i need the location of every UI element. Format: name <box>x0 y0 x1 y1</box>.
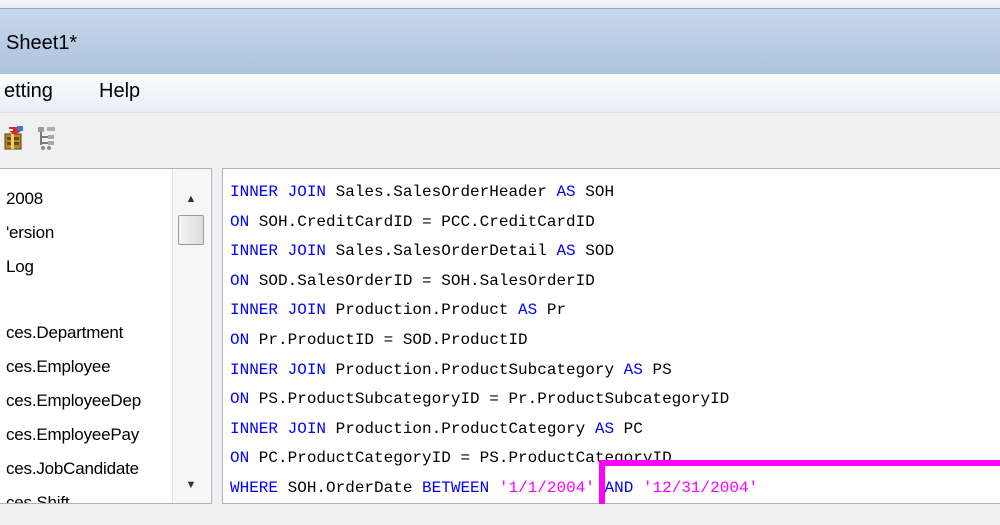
menu-bar: etting Help <box>0 74 1000 113</box>
list-item[interactable]: ces.EmployeePay <box>6 425 139 445</box>
sql-keyword: INNER JOIN <box>230 360 327 379</box>
list-item[interactable]: 2008 <box>6 189 43 209</box>
sql-keyword: AS <box>518 301 538 320</box>
sql-keyword: ON <box>230 390 250 409</box>
list-item[interactable]: ces.Employee <box>6 357 111 377</box>
sql-keyword: BETWEEN <box>422 479 490 497</box>
sql-keyword: AS <box>556 242 576 261</box>
sql-text: SOD <box>575 242 615 261</box>
window-title: Sheet1* <box>6 32 78 54</box>
sql-string: '1/1/2004' <box>498 479 595 497</box>
sql-keyword: INNER JOIN <box>230 242 327 261</box>
menu-item-setting[interactable]: etting <box>4 80 53 103</box>
sql-keyword: WHERE <box>230 479 279 497</box>
sql-keyword: AS <box>556 183 576 201</box>
sql-line: ON PS.ProductSubcategoryID = Pr.ProductS… <box>230 390 729 408</box>
sql-editor[interactable]: INNER JOIN Sales.SalesOrderHeader AS SOH… <box>222 168 1000 504</box>
sql-text: PS <box>642 360 672 379</box>
list-item[interactable]: ces.Department <box>6 323 123 343</box>
toolbar <box>0 113 1000 165</box>
menu-item-help[interactable]: Help <box>99 80 140 103</box>
sql-text: PC <box>614 419 643 438</box>
sql-keyword: AS <box>623 360 643 379</box>
sql-text: Pr <box>537 301 567 320</box>
sql-keyword: INNER JOIN <box>230 183 327 201</box>
sql-text: SOH.OrderDate <box>278 479 423 497</box>
tree-structure-icon[interactable] <box>35 125 57 151</box>
scroll-up-icon[interactable]: ▲ <box>173 189 209 209</box>
sql-line: INNER JOIN Production.ProductCategory AS… <box>230 420 643 438</box>
sql-keyword: INNER JOIN <box>230 419 327 438</box>
sql-text: Production.ProductCategory <box>326 419 595 438</box>
sql-text: SOH <box>575 183 615 201</box>
sql-keyword: ON <box>230 331 250 349</box>
sql-line: INNER JOIN Production.ProductSubcategory… <box>230 361 672 379</box>
sql-text: Production.ProductSubcategory <box>326 360 624 379</box>
sql-keyword: ON <box>230 212 250 231</box>
sql-line: ON SOD.SalesOrderID = SOH.SalesOrderID <box>230 272 595 290</box>
object-list-panel: 2008 'ersion Log ces.Department ces.Empl… <box>0 168 212 504</box>
sql-keyword: ON <box>230 449 250 468</box>
sql-text: PS.ProductSubcategoryID = Pr.ProductSubc… <box>249 390 730 409</box>
title-bar: Sheet1* <box>0 8 1000 74</box>
sql-text: Sales.SalesOrderHeader <box>326 183 557 201</box>
scroll-thumb[interactable] <box>178 215 204 245</box>
list-item[interactable]: 'ersion <box>6 223 54 243</box>
list-item[interactable]: Log <box>6 257 34 277</box>
sql-keyword: ON <box>230 271 250 290</box>
sql-line: INNER JOIN Sales.SalesOrderHeader AS SOH <box>230 183 614 201</box>
sql-text: Sales.SalesOrderDetail <box>326 242 557 261</box>
list-item[interactable]: ces.Shift <box>6 493 70 503</box>
window-top-border <box>0 0 1000 8</box>
list-item[interactable]: ces.JobCandidate <box>6 459 139 479</box>
sql-line: INNER JOIN Sales.SalesOrderDetail AS SOD <box>230 242 614 260</box>
vertical-scrollbar[interactable]: ▲ ▼ <box>172 169 210 503</box>
sql-keyword: AS <box>594 419 615 438</box>
package-run-icon[interactable] <box>3 125 25 151</box>
sql-text: Production.Product <box>326 301 519 320</box>
sql-line: ON Pr.ProductID = SOD.ProductID <box>230 331 528 349</box>
scroll-down-icon[interactable]: ▼ <box>173 475 209 495</box>
sql-text: SOD.SalesOrderID = SOH.SalesOrderID <box>249 271 595 290</box>
sql-line: ON SOH.CreditCardID = PCC.CreditCardID <box>230 213 595 231</box>
sql-text: SOH.CreditCardID = PCC.CreditCardID <box>249 212 595 231</box>
sql-line: INNER JOIN Production.Product AS Pr <box>230 301 566 319</box>
sql-keyword: INNER JOIN <box>230 301 327 320</box>
list-item[interactable]: ces.EmployeeDep <box>6 391 141 411</box>
bottom-strip <box>0 504 1000 525</box>
sql-text: Pr.ProductID = SOD.ProductID <box>249 331 528 349</box>
